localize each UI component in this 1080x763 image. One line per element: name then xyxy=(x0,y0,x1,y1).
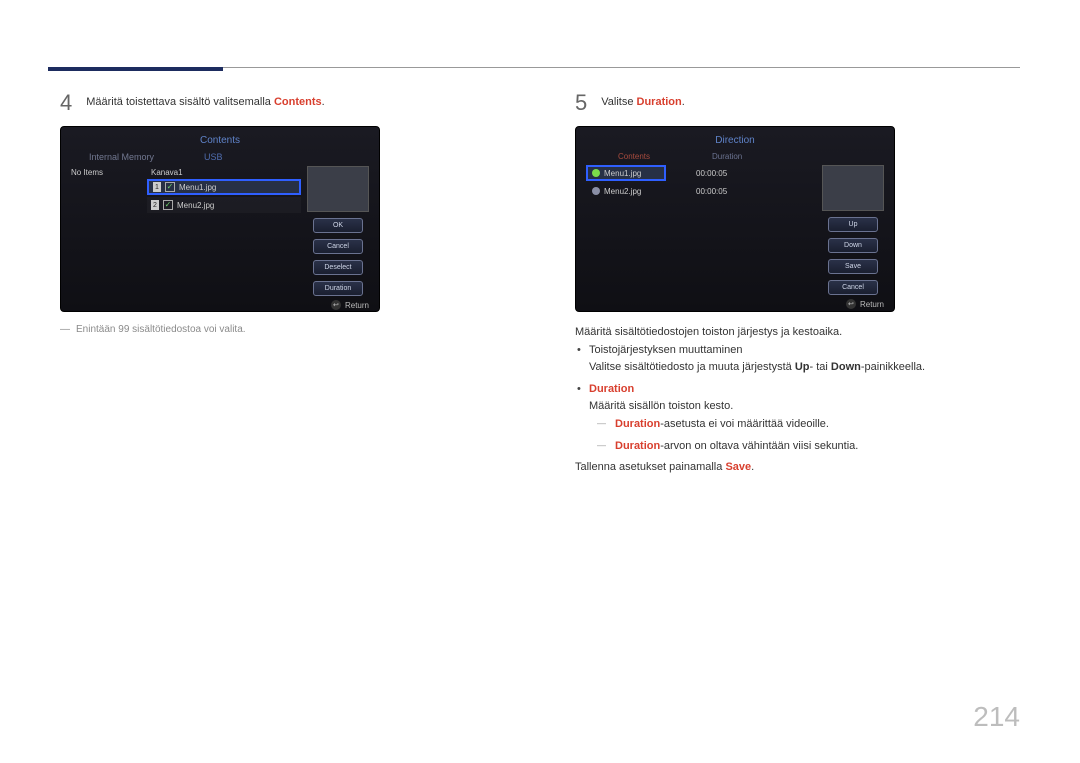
checkbox-icon[interactable]: ✓ xyxy=(163,200,173,210)
return-label[interactable]: Return xyxy=(345,301,369,310)
dash-icon: ― xyxy=(60,324,70,335)
step5-keyword: Duration xyxy=(637,96,682,108)
status-dot-icon xyxy=(592,169,600,177)
return-row: ↩ Return xyxy=(586,295,884,309)
device-tabs: Contents Duration xyxy=(586,152,884,161)
step5-para2: Tallenna asetukset painamalla Save. xyxy=(575,459,1020,477)
duration-value: 00:00:05 xyxy=(666,187,727,196)
save-keyword: Save xyxy=(725,461,751,473)
return-row: ↩ Return xyxy=(71,296,369,310)
step5-column: 5 Valitse Duration. Direction Contents D… xyxy=(575,92,1020,477)
tab-internal-memory[interactable]: Internal Memory xyxy=(89,152,154,162)
file-index: 2 xyxy=(151,200,159,210)
para2-a: Tallenna asetukset painamalla xyxy=(575,461,725,473)
para2-b: . xyxy=(751,461,754,473)
note-text: Enintään 99 sisältötiedostoa voi valita. xyxy=(76,324,246,335)
step5-text-after: . xyxy=(682,96,685,108)
step4-header: 4 Määritä toistettava sisältö valitsemal… xyxy=(60,92,505,114)
file-index: 1 xyxy=(153,182,161,192)
file-name: Menu2.jpg xyxy=(177,201,214,210)
duration-title: Duration xyxy=(589,383,634,395)
duration-row-2[interactable]: Menu2.jpg 00:00:05 xyxy=(586,183,816,199)
bullet-line-a: Valitse sisältötiedosto ja muuta järjest… xyxy=(589,361,795,373)
return-icon[interactable]: ↩ xyxy=(846,299,856,309)
tab-usb[interactable]: USB xyxy=(204,152,223,162)
cancel-button[interactable]: Cancel xyxy=(828,280,878,295)
file-name: Menu2.jpg xyxy=(604,187,641,196)
bullet-end: -painikkeella. xyxy=(861,361,925,373)
button-column: OK Cancel Deselect Duration xyxy=(307,166,369,296)
duration-list: Menu1.jpg 00:00:05 Menu2.jpg 00:00:05 xyxy=(586,165,816,295)
step5-header: 5 Valitse Duration. xyxy=(575,92,1020,114)
down-keyword: Down xyxy=(831,361,861,373)
step5-body: Määritä sisältötiedostojen toiston järje… xyxy=(575,324,1020,477)
step4-text-after: . xyxy=(322,96,325,108)
button-column: Up Down Save Cancel xyxy=(822,165,884,295)
deselect-button[interactable]: Deselect xyxy=(313,260,363,275)
bullet-duration: Duration Määritä sisällön toiston kesto.… xyxy=(589,381,1020,455)
up-button[interactable]: Up xyxy=(828,217,878,232)
return-icon[interactable]: ↩ xyxy=(331,300,341,310)
checkbox-icon[interactable]: ✓ xyxy=(165,182,175,192)
device-title: Direction xyxy=(586,135,884,146)
dash-key: Duration xyxy=(615,440,660,452)
file-name: Menu1.jpg xyxy=(179,183,216,192)
step4-text: Määritä toistettava sisältö valitsemalla… xyxy=(86,92,324,108)
down-button[interactable]: Down xyxy=(828,238,878,253)
step4-keyword: Contents xyxy=(274,96,322,108)
duration-button[interactable]: Duration xyxy=(313,281,363,296)
no-items-label: No Items xyxy=(71,166,141,177)
device-screenshot-contents: Contents Internal Memory USB No Items Ka… xyxy=(60,126,380,312)
tab-contents[interactable]: Contents xyxy=(586,152,682,161)
up-keyword: Up xyxy=(795,361,810,373)
ok-button[interactable]: OK xyxy=(313,218,363,233)
duration-desc: Määritä sisällön toiston kesto. xyxy=(589,400,733,412)
file-name: Menu1.jpg xyxy=(604,169,641,178)
device-tabs: Internal Memory USB xyxy=(71,152,369,162)
dash-rest: -arvon on oltava vähintään viisi sekunti… xyxy=(660,440,858,452)
bullet-mid: - tai xyxy=(810,361,831,373)
duration-row-1[interactable]: Menu1.jpg 00:00:05 xyxy=(586,165,816,181)
content-columns: 4 Määritä toistettava sisältö valitsemal… xyxy=(60,92,1020,477)
step5-para1: Määritä sisältötiedostojen toiston järje… xyxy=(575,324,1020,342)
status-dot-icon xyxy=(592,187,600,195)
step4-text-before: Määritä toistettava sisältö valitsemalla xyxy=(86,96,274,108)
preview-thumbnail xyxy=(307,166,369,212)
dash-key: Duration xyxy=(615,418,660,430)
preview-thumbnail xyxy=(822,165,884,211)
step4-number: 4 xyxy=(60,92,72,114)
device-screenshot-direction: Direction Contents Duration Menu1.jpg 00… xyxy=(575,126,895,312)
step5-bullets: Toistojärjestyksen muuttaminen Valitse s… xyxy=(575,342,1020,456)
return-label[interactable]: Return xyxy=(860,300,884,309)
device-body: No Items Kanava1 1 ✓ Menu1.jpg 2 ✓ Menu2… xyxy=(71,166,369,296)
page-number: 214 xyxy=(973,701,1020,733)
step4-column: 4 Määritä toistettava sisältö valitsemal… xyxy=(60,92,505,477)
cancel-button[interactable]: Cancel xyxy=(313,239,363,254)
duration-notes: Duration-asetusta ei voi määrittää video… xyxy=(589,416,1020,455)
step5-number: 5 xyxy=(575,92,587,114)
dash-note-2: Duration-arvon on oltava vähintään viisi… xyxy=(615,438,1020,456)
file-item-1[interactable]: 1 ✓ Menu1.jpg xyxy=(147,179,301,195)
device-title: Contents xyxy=(71,135,369,146)
device-body: Menu1.jpg 00:00:05 Menu2.jpg 00:00:05 xyxy=(586,165,884,295)
step5-text-before: Valitse xyxy=(601,96,636,108)
channel-header: Kanava1 xyxy=(147,166,301,179)
left-list: No Items xyxy=(71,166,141,296)
header-underline xyxy=(48,67,223,71)
dash-rest: -asetusta ei voi määrittää videoille. xyxy=(660,418,829,430)
file-item-2[interactable]: 2 ✓ Menu2.jpg xyxy=(147,197,301,213)
dash-note-1: Duration-asetusta ei voi määrittää video… xyxy=(615,416,1020,434)
tab-duration[interactable]: Duration xyxy=(682,152,884,161)
save-button[interactable]: Save xyxy=(828,259,878,274)
step5-text: Valitse Duration. xyxy=(601,92,685,108)
step4-note: ― Enintään 99 sisältötiedostoa voi valit… xyxy=(60,324,505,335)
file-list: Kanava1 1 ✓ Menu1.jpg 2 ✓ Menu2.jpg xyxy=(147,166,301,296)
bullet-order: Toistojärjestyksen muuttaminen Valitse s… xyxy=(589,342,1020,377)
duration-value: 00:00:05 xyxy=(666,169,727,178)
bullet-title: Toistojärjestyksen muuttaminen xyxy=(589,344,742,356)
